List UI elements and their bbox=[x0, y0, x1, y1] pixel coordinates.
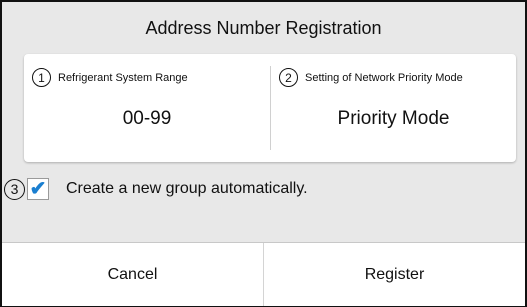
circled-number-3-icon: 3 bbox=[4, 178, 25, 200]
auto-group-option: 3 ✔ Create a new group automatically. bbox=[2, 178, 308, 200]
address-registration-dialog: Address Number Registration 1 Refrigeran… bbox=[0, 0, 527, 307]
network-priority-mode-value: Priority Mode bbox=[337, 108, 450, 129]
dialog-button-bar: Cancel Register bbox=[2, 242, 525, 306]
auto-group-label[interactable]: Create a new group automatically. bbox=[66, 180, 308, 198]
refrigerant-system-range-value: 00-99 bbox=[122, 108, 172, 129]
network-priority-mode-setting[interactable]: 2 Setting of Network Priority Mode Prior… bbox=[271, 54, 516, 162]
refrigerant-system-range-setting[interactable]: 1 Refrigerant System Range 00-99 bbox=[24, 54, 270, 162]
setting-label: Setting of Network Priority Mode bbox=[305, 71, 463, 84]
setting-label: Refrigerant System Range bbox=[58, 71, 188, 84]
circled-number-2-icon: 2 bbox=[279, 68, 298, 87]
cancel-button[interactable]: Cancel bbox=[2, 243, 264, 306]
dialog-title: Address Number Registration bbox=[145, 17, 382, 38]
checkmark-icon: ✔ bbox=[29, 178, 47, 200]
setting-header: 2 Setting of Network Priority Mode bbox=[279, 68, 512, 87]
register-button[interactable]: Register bbox=[264, 243, 525, 306]
setting-header: 1 Refrigerant System Range bbox=[32, 68, 266, 87]
circled-number-1-icon: 1 bbox=[32, 68, 51, 87]
auto-group-checkbox[interactable]: ✔ bbox=[27, 178, 49, 200]
settings-card: 1 Refrigerant System Range 00-99 2 Setti… bbox=[24, 54, 516, 162]
